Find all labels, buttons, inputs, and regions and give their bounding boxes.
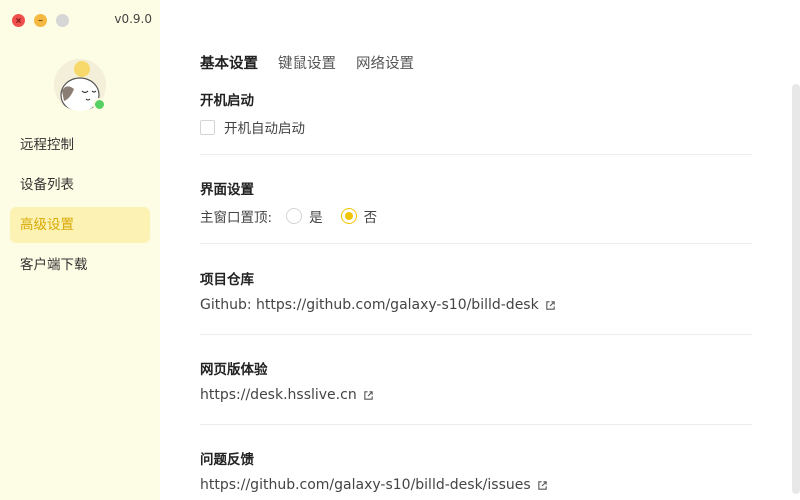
tab-basic-settings[interactable]: 基本设置 — [200, 52, 258, 73]
always-on-top-row: 主窗口置顶: 是 否 — [200, 206, 752, 226]
auto-start-checkbox[interactable] — [200, 119, 215, 135]
version-label: v0.9.0 — [114, 12, 152, 26]
always-on-top-no-radio[interactable] — [340, 208, 357, 224]
always-on-top-yes-radio[interactable] — [286, 208, 303, 224]
online-status-dot — [93, 98, 106, 111]
auto-start-label[interactable]: 开机自动启动 — [224, 117, 305, 137]
repo-link-text[interactable]: Github: https://github.com/galaxy-s10/bi… — [200, 297, 539, 313]
external-link-icon[interactable] — [537, 480, 548, 491]
feedback-title: 问题反馈 — [200, 452, 254, 468]
sidebar-item-client-download[interactable]: 客户端下载 — [10, 247, 150, 283]
repo-link[interactable]: Github: https://github.com/galaxy-s10/bi… — [200, 297, 752, 313]
tab-keyboard-mouse-settings[interactable]: 键鼠设置 — [278, 52, 336, 73]
web-link[interactable]: https://desk.hsslive.cn — [200, 387, 752, 403]
app-window: v0.9.0 远程控制 设备列表 高级设置 客户端下载 基本设置 键鼠设置 网络… — [0, 0, 800, 500]
feedback-link[interactable]: https://github.com/galaxy-s10/billd-desk… — [200, 477, 752, 493]
divider — [200, 424, 752, 425]
divider — [200, 154, 752, 155]
minimize-icon[interactable] — [34, 14, 47, 27]
startup-section: 开机启动 开机自动启动 — [200, 89, 752, 137]
always-on-top-label: 主窗口置顶: — [200, 210, 273, 226]
web-link-text[interactable]: https://desk.hsslive.cn — [200, 387, 357, 403]
always-on-top-yes-label[interactable]: 是 — [309, 206, 323, 226]
settings-tabs: 基本设置 键鼠设置 网络设置 — [200, 52, 434, 73]
repo-section: 项目仓库 Github: https://github.com/galaxy-s… — [200, 268, 752, 313]
interface-section: 界面设置 主窗口置顶: 是 否 — [200, 178, 752, 226]
sidebar: v0.9.0 远程控制 设备列表 高级设置 客户端下载 — [0, 0, 160, 500]
external-link-icon[interactable] — [545, 300, 556, 311]
repo-title: 项目仓库 — [200, 272, 254, 288]
startup-title: 开机启动 — [200, 93, 254, 109]
feedback-section: 问题反馈 https://github.com/galaxy-s10/billd… — [200, 448, 752, 493]
main-content: 基本设置 键鼠设置 网络设置 开机启动 开机自动启动 界面设置 主窗口置顶: 是… — [160, 0, 800, 500]
sidebar-nav: 远程控制 设备列表 高级设置 客户端下载 — [10, 127, 150, 287]
maximize-icon[interactable] — [56, 14, 69, 27]
always-on-top-no-label[interactable]: 否 — [364, 206, 378, 226]
tab-network-settings[interactable]: 网络设置 — [356, 52, 414, 73]
external-link-icon[interactable] — [363, 390, 374, 401]
web-title: 网页版体验 — [200, 362, 268, 378]
interface-title: 界面设置 — [200, 182, 254, 198]
web-section: 网页版体验 https://desk.hsslive.cn — [200, 358, 752, 403]
scrollbar[interactable] — [792, 84, 800, 494]
sidebar-item-advanced-settings[interactable]: 高级设置 — [10, 207, 150, 243]
divider — [200, 334, 752, 335]
sidebar-item-remote-control[interactable]: 远程控制 — [10, 127, 150, 163]
auto-start-row[interactable]: 开机自动启动 — [200, 117, 752, 137]
feedback-link-text[interactable]: https://github.com/galaxy-s10/billd-desk… — [200, 477, 531, 493]
divider — [200, 243, 752, 244]
close-icon[interactable] — [12, 14, 25, 27]
sidebar-item-device-list[interactable]: 设备列表 — [10, 167, 150, 203]
